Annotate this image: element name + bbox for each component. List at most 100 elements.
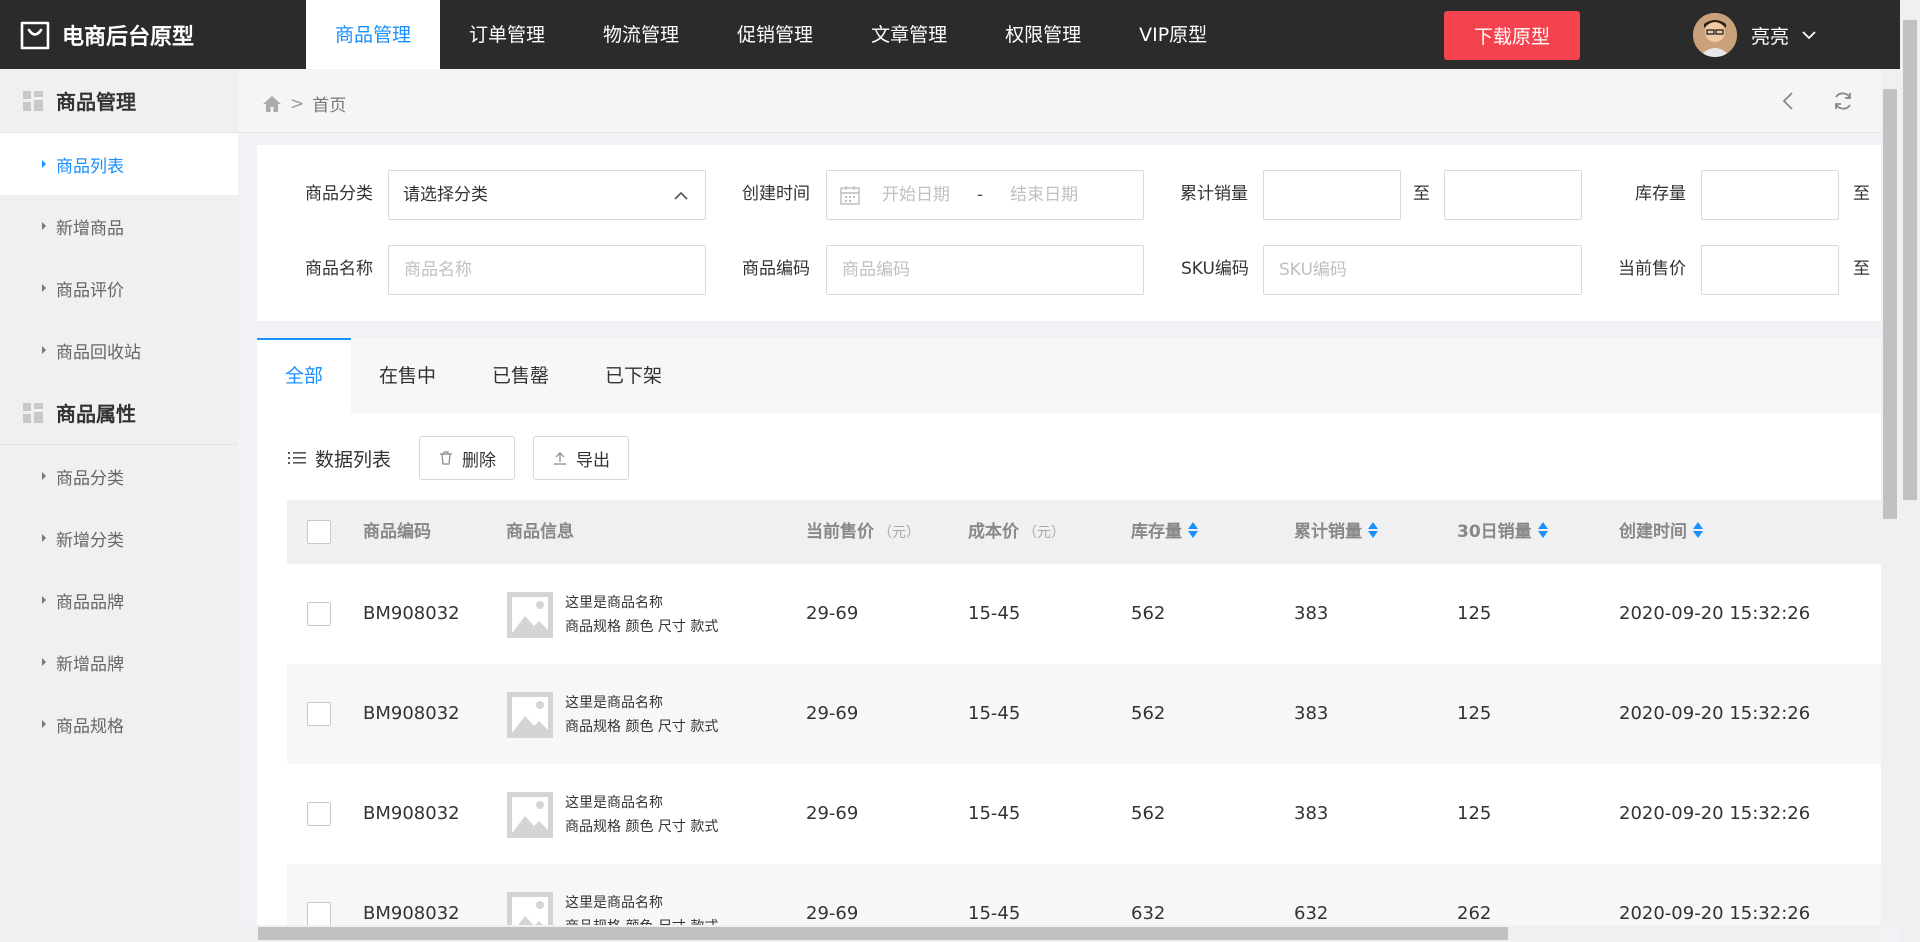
sidebar-item-brands[interactable]: 商品品牌 xyxy=(0,569,238,631)
row-checkbox[interactable] xyxy=(307,802,331,826)
top-bar: 电商后台原型 商品管理 订单管理 物流管理 促销管理 文章管理 权限管理 VIP… xyxy=(0,0,1900,69)
tab-off-shelf[interactable]: 已下架 xyxy=(577,338,690,413)
sales-label: 累计销量 xyxy=(1180,184,1248,204)
nav-item-promotions[interactable]: 促销管理 xyxy=(708,0,842,69)
tab-on-sale[interactable]: 在售中 xyxy=(351,338,464,413)
table-row[interactable]: 这里是商品名称 商品规格 颜色 尺寸 款式 BM908032 29-69 15-45 56… xyxy=(287,764,1881,864)
table-row[interactable]: 这里是商品名称 商品规格 颜色 尺寸 款式 BM908032 29-69 15-45 56… xyxy=(287,664,1881,764)
sidebar-item-goods-reviews[interactable]: 商品评价 xyxy=(0,257,238,319)
sort-icon[interactable] xyxy=(1537,521,1548,539)
scrollbar-thumb[interactable] xyxy=(258,927,1508,940)
sales-max-input[interactable] xyxy=(1444,170,1582,220)
goods-spec: 商品规格 颜色 尺寸 款式 xyxy=(565,819,719,835)
tab-sold-out[interactable]: 已售罄 xyxy=(464,338,577,413)
goods-spec: 商品规格 颜色 尺寸 款式 xyxy=(565,915,718,925)
scrollbar-thumb[interactable] xyxy=(1903,20,1917,500)
cell-sales: 383 xyxy=(1294,703,1329,724)
header-sales[interactable]: 累计销量 xyxy=(1294,500,1378,564)
category-label: 商品分类 xyxy=(305,184,373,204)
row-checkbox[interactable] xyxy=(307,702,331,726)
header-cost-text: 成本价 xyxy=(968,522,1019,542)
sidebar-item-categories[interactable]: 商品分类 xyxy=(0,445,238,507)
goods-name[interactable]: 这里是商品名称 xyxy=(565,891,718,915)
nav-item-vip[interactable]: VIP原型 xyxy=(1110,0,1236,69)
breadcrumb: > 首页 xyxy=(262,91,346,116)
goods-info-text: 这里是商品名称商品规格 颜色 尺寸 款式 xyxy=(565,591,718,639)
sales-min-input[interactable] xyxy=(1263,170,1401,220)
breadcrumb-bar: > 首页 xyxy=(238,69,1881,133)
cell-stock: 562 xyxy=(1131,603,1166,624)
sort-icon[interactable] xyxy=(1693,521,1703,539)
category-select-value: 请选择分类 xyxy=(403,185,488,205)
delete-button-label: 删除 xyxy=(462,450,497,471)
goods-name[interactable]: 这里是商品名称 xyxy=(565,791,718,815)
sidebar-item-add-goods[interactable]: 新增商品 xyxy=(0,195,238,257)
cell-created: 2020-09-20 15:32:26 xyxy=(1619,603,1811,624)
date-range-picker[interactable]: - xyxy=(826,170,1144,220)
cell-price: 29-69 xyxy=(806,903,859,924)
header-stock-text: 库存量 xyxy=(1131,522,1182,542)
goods-spec: 商品规格 颜色 尺寸 款式 xyxy=(565,619,719,635)
download-prototype-button[interactable]: 下载原型 xyxy=(1444,11,1580,60)
nav-item-logistics[interactable]: 物流管理 xyxy=(574,0,708,69)
goods-name[interactable]: 这里是商品名称 xyxy=(565,591,718,615)
user-menu[interactable]: 亮亮 xyxy=(1693,13,1817,57)
sidebar: 商品管理 商品列表 新增商品 商品评价 商品回收站 商品属性 商品分类 新增分类… xyxy=(0,69,238,942)
cell-created: 2020-09-20 15:32:26 xyxy=(1619,903,1811,924)
logo[interactable]: 电商后台原型 xyxy=(18,18,194,52)
header-created[interactable]: 创建时间 xyxy=(1619,500,1703,564)
cell-sales30: 262 xyxy=(1457,903,1492,924)
delete-button[interactable]: 删除 xyxy=(419,436,516,480)
row-checkbox[interactable] xyxy=(307,602,331,626)
sidebar-group-goods[interactable]: 商品管理 xyxy=(0,69,238,133)
cell-code: BM908032 xyxy=(363,803,460,824)
breadcrumb-current[interactable]: 首页 xyxy=(312,91,346,116)
refresh-icon[interactable] xyxy=(1831,89,1855,113)
tab-all[interactable]: 全部 xyxy=(257,338,352,413)
header-price: 当前售价 （元） xyxy=(806,500,920,564)
goods-name-label: 商品名称 xyxy=(305,259,373,279)
nav-item-permissions[interactable]: 权限管理 xyxy=(976,0,1110,69)
goods-code-input[interactable] xyxy=(826,245,1144,295)
goods-name-input[interactable] xyxy=(388,245,706,295)
cell-cost: 15-45 xyxy=(968,603,1021,624)
sidebar-group-attributes[interactable]: 商品属性 xyxy=(0,381,238,445)
nav-item-goods[interactable]: 商品管理 xyxy=(306,0,441,69)
content-horizontal-scrollbar[interactable] xyxy=(238,925,1881,942)
header-stock[interactable]: 库存量 xyxy=(1131,500,1198,564)
start-date-input[interactable] xyxy=(861,185,971,205)
header-price-text: 当前售价 xyxy=(806,522,874,542)
table-row[interactable]: 这里是商品名称商品规格 颜色 尺寸 款式 BM908032 29-69 15-45 63… xyxy=(287,864,1881,925)
scrollbar-thumb[interactable] xyxy=(1883,89,1897,519)
sort-icon[interactable] xyxy=(1188,521,1198,539)
export-button[interactable]: 导出 xyxy=(533,436,630,480)
bullet-icon xyxy=(42,160,46,168)
price-min-input[interactable] xyxy=(1701,245,1839,295)
sidebar-item-recycle-bin[interactable]: 商品回收站 xyxy=(0,319,238,381)
sku-input[interactable] xyxy=(1263,245,1582,295)
sidebar-item-add-brand[interactable]: 新增品牌 xyxy=(0,631,238,693)
sidebar-item-specs[interactable]: 商品规格 xyxy=(0,693,238,755)
end-date-input[interactable] xyxy=(989,185,1100,205)
back-icon[interactable] xyxy=(1777,89,1801,113)
header-sales30[interactable]: 30日销量 xyxy=(1457,500,1548,564)
goods-code-label: 商品编码 xyxy=(742,259,810,279)
date-separator: - xyxy=(977,185,984,205)
page-vertical-scrollbar[interactable] xyxy=(1900,0,1920,942)
nav-item-articles[interactable]: 文章管理 xyxy=(842,0,976,69)
row-checkbox[interactable] xyxy=(307,902,331,925)
nav-item-orders[interactable]: 订单管理 xyxy=(440,0,574,69)
category-select[interactable]: 请选择分类 xyxy=(388,170,706,220)
sidebar-item-goods-list[interactable]: 商品列表 xyxy=(0,133,238,195)
sort-icon[interactable] xyxy=(1368,521,1378,539)
bullet-icon xyxy=(42,222,46,230)
content-vertical-scrollbar[interactable] xyxy=(1881,69,1900,925)
select-all-checkbox[interactable] xyxy=(307,520,331,544)
home-icon[interactable] xyxy=(262,94,282,114)
cell-cost: 15-45 xyxy=(968,903,1021,924)
sidebar-item-add-category[interactable]: 新增分类 xyxy=(0,507,238,569)
table-row[interactable]: 这里是商品名称 商品规格 颜色 尺寸 款式 BM908032 29-69 15-45 56… xyxy=(287,564,1881,664)
goods-name[interactable]: 这里是商品名称 xyxy=(565,691,718,715)
stock-min-input[interactable] xyxy=(1701,170,1839,220)
user-name: 亮亮 xyxy=(1751,25,1790,48)
